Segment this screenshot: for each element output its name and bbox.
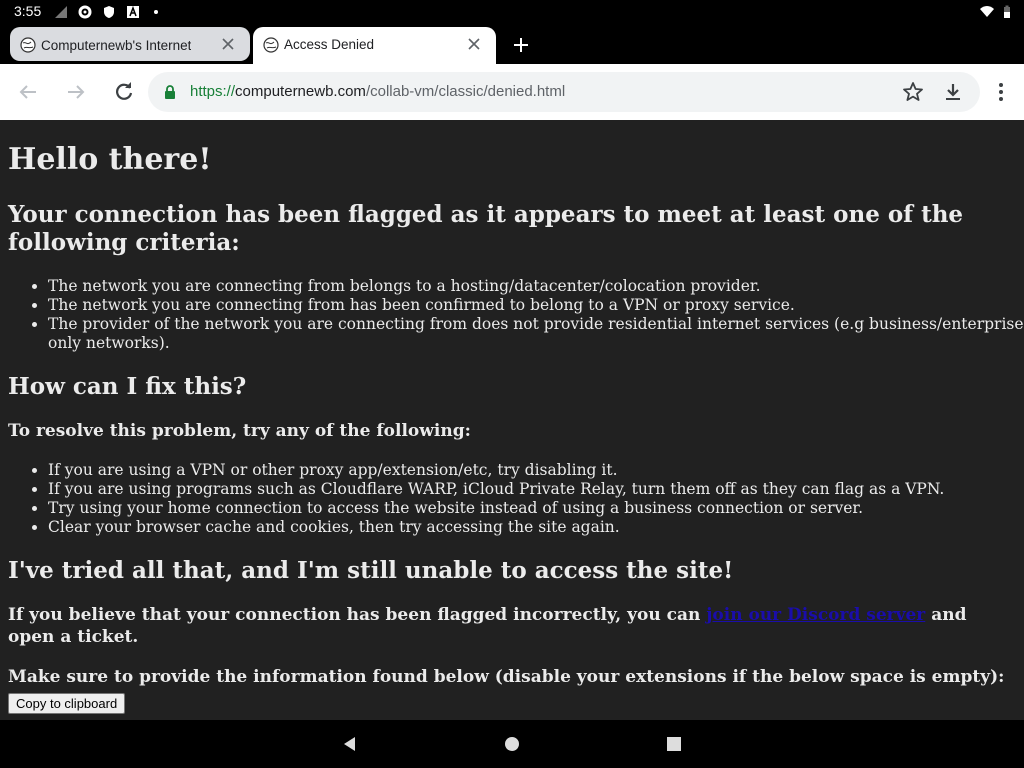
lock-icon[interactable] (164, 85, 176, 99)
home-circle-icon[interactable] (502, 734, 522, 754)
back-triangle-icon[interactable] (340, 734, 360, 754)
navigation-bar (0, 720, 1024, 768)
flag-heading: Your connection has been flagged as it a… (8, 201, 964, 256)
list-item: Try using your home connection to access… (48, 499, 1024, 518)
tab-computernewb-pub[interactable]: Computernewb's Internet Pub (10, 27, 250, 61)
list-item: The network you are connecting from belo… (48, 277, 1024, 296)
reload-icon[interactable] (112, 80, 136, 104)
incorrect-flag-text: If you believe that your connection has … (8, 604, 1018, 648)
more-vert-icon[interactable] (989, 80, 1013, 104)
url-path: /collab-vm/classic/denied.html (365, 83, 566, 100)
status-time: 3:55 (14, 3, 42, 19)
download-icon[interactable] (941, 80, 965, 104)
discord-link[interactable]: join our Discord server (706, 605, 925, 625)
fixes-list: If you are using a VPN or other proxy ap… (8, 461, 1024, 537)
list-item: The provider of the network you are conn… (48, 315, 1024, 353)
tab-access-denied[interactable]: Access Denied (253, 27, 496, 64)
globe-icon (20, 37, 36, 53)
gear-icon (78, 5, 92, 19)
signal-off-icon (55, 6, 67, 18)
page-content: Hello there! Your connection has been fl… (0, 120, 1024, 720)
close-icon[interactable] (220, 36, 236, 52)
info-heading: Make sure to provide the information fou… (8, 667, 1005, 687)
close-icon[interactable] (466, 36, 482, 52)
forward-arrow-icon[interactable] (64, 80, 88, 104)
battery-icon (1004, 5, 1010, 18)
new-tab-icon[interactable] (511, 35, 531, 55)
page-title: Hello there! (8, 142, 212, 177)
fix-heading: How can I fix this? (8, 373, 247, 400)
list-item: If you are using programs such as Cloudf… (48, 480, 1024, 499)
url-scheme: https:// (190, 83, 236, 100)
shield-icon (104, 6, 114, 18)
list-item: If you are using a VPN or other proxy ap… (48, 461, 1024, 480)
url-text[interactable]: https://computernewb.com/collab-vm/class… (190, 83, 565, 100)
tried-heading: I've tried all that, and I'm still unabl… (8, 557, 734, 584)
tab-strip: Computernewb's Internet Pub Access Denie… (0, 24, 1024, 64)
copy-to-clipboard-button[interactable]: Copy to clipboard (8, 693, 126, 714)
list-item: Clear your browser cache and cookies, th… (48, 518, 1024, 537)
url-host: computernewb.com (235, 83, 366, 100)
browser-toolbar: https://computernewb.com/collab-vm/class… (0, 64, 1024, 120)
globe-icon (263, 37, 279, 53)
resolve-heading: To resolve this problem, try any of the … (8, 421, 471, 441)
dot-icon (154, 10, 158, 14)
tab-title: Access Denied (284, 37, 375, 52)
star-icon[interactable] (901, 80, 925, 104)
incorrect-pre: If you believe that your connection has … (8, 605, 707, 625)
list-item: The network you are connecting from has … (48, 296, 1024, 315)
back-arrow-icon[interactable] (16, 80, 40, 104)
omnibox[interactable]: https://computernewb.com/collab-vm/class… (148, 72, 980, 112)
criteria-list: The network you are connecting from belo… (8, 277, 1024, 353)
wifi-icon (980, 6, 994, 17)
status-bar: 3:55 (0, 0, 1024, 24)
text-a-icon (127, 5, 139, 18)
tab-title: Computernewb's Internet Pub (41, 38, 191, 53)
recents-square-icon[interactable] (664, 734, 684, 754)
